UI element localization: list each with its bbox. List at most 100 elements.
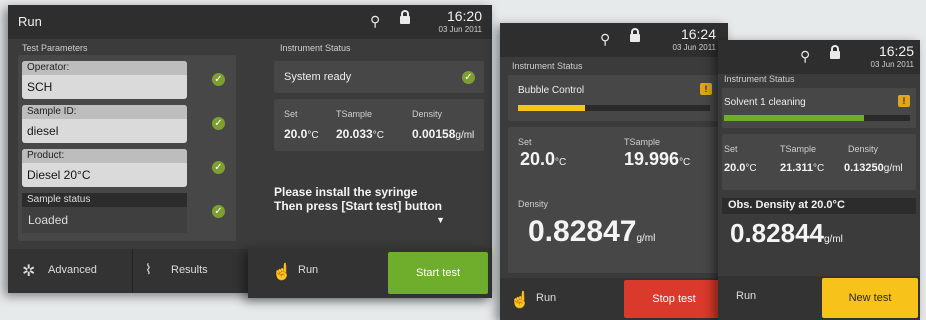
field-value: Diesel 20°C	[27, 168, 91, 182]
install-syringe-message: Please install the syringe Then press [S…	[274, 185, 489, 227]
usb-icon: ⚲	[600, 31, 611, 47]
bubble-control-panel: Bubble Control !	[508, 75, 720, 121]
field-label: Sample ID:	[22, 105, 187, 119]
clock-date: 03 Jun 2011	[672, 43, 716, 52]
tsample-number: 19.996	[624, 149, 680, 169]
top-bar: ⚲ 16:24 03 Jun 2011	[500, 23, 728, 57]
obs-density-header: Obs. Density at 20.0°C	[722, 198, 916, 214]
sample-id-field[interactable]: Sample ID: diesel	[22, 105, 187, 143]
results-label: Results	[171, 264, 208, 276]
clock-date: 03 Jun 2011	[438, 25, 482, 34]
tsample-label: TSample	[336, 109, 373, 119]
bottom-bar: Run New test	[718, 276, 920, 320]
field-value: diesel	[27, 124, 59, 138]
warning-icon: !	[700, 83, 712, 95]
clock-time: 16:24	[680, 26, 716, 42]
density-unit: g/ml	[883, 163, 903, 174]
density-value: 0.00158g/ml	[412, 127, 474, 141]
set-label: Set	[518, 137, 532, 147]
run-label: Run	[536, 292, 557, 304]
cleaning-progress-track	[724, 115, 910, 121]
field-value: Loaded	[28, 213, 69, 227]
tsample-unit: °C	[679, 157, 691, 168]
run-screen-measuring: ⚲ 16:24 03 Jun 2011 Instrument Status Bu…	[500, 23, 728, 320]
density-unit: g/ml	[636, 233, 656, 244]
density-value: 0.82847g/ml	[528, 215, 655, 249]
clock-time: 16:20	[446, 8, 482, 24]
set-unit: °C	[307, 130, 319, 141]
chart-icon: ⌇	[145, 261, 152, 277]
system-ready-row: System ready ✓	[274, 61, 484, 93]
bubble-progress-track	[518, 105, 710, 111]
clock-time: 16:25	[878, 43, 914, 59]
cleaning-label: Solvent 1 cleaning	[724, 97, 806, 108]
tsample-number: 21.311	[780, 162, 814, 174]
usb-icon: ⚲	[800, 48, 811, 64]
gear-icon: ✲	[22, 263, 36, 280]
set-value: 20.0°C	[284, 127, 319, 141]
bottom-bar: ✲ Advanced ⌇ Results	[8, 249, 258, 293]
check-icon: ✓	[212, 205, 225, 218]
obs-density-value: 0.82844g/ml	[730, 218, 843, 249]
top-bar: ⚲ 16:25 03 Jun 2011	[718, 40, 920, 74]
test-parameters-label: Test Parameters	[22, 43, 88, 53]
lock-icon	[830, 45, 840, 59]
field-value: SCH	[27, 80, 53, 94]
density-number: 0.82847	[528, 215, 637, 248]
tsample-unit: °C	[372, 130, 384, 141]
message-line-1: Please install the syringe	[274, 185, 418, 199]
readings-panel: Set TSample Density 20.0°C 20.033°C 0.00…	[274, 99, 484, 151]
new-test-label: New test	[848, 292, 892, 304]
bubble-progress-fill	[518, 105, 586, 111]
hand-icon: ☝	[272, 264, 292, 281]
down-arrow-icon: ▼	[436, 215, 445, 225]
warning-icon: !	[898, 95, 910, 107]
run-label: Run	[736, 290, 757, 302]
new-test-button[interactable]: New test	[822, 278, 918, 318]
run-screen-result: ⚲ 16:25 03 Jun 2011 Instrument Status So…	[718, 40, 920, 320]
top-bar: Run ⚲ 16:20 03 Jun 2011	[8, 5, 492, 39]
set-number: 20.0	[724, 162, 746, 174]
tsample-label: TSample	[780, 144, 817, 154]
obs-density-number: 0.82844	[730, 218, 824, 248]
instrument-status-label: Instrument Status	[724, 74, 795, 84]
result-readings-panel: Set TSample Density 20.0°C 21.311°C 0.13…	[722, 134, 916, 190]
cleaning-panel: Solvent 1 cleaning !	[722, 88, 916, 128]
set-label: Set	[724, 144, 738, 154]
screen-title: Run	[18, 14, 42, 29]
density-label: Density	[848, 144, 879, 154]
instrument-status-label: Instrument Status	[280, 43, 351, 53]
density-label: Density	[412, 109, 443, 119]
field-label: Sample status	[22, 193, 187, 207]
set-value: 20.0°C	[724, 162, 757, 174]
obs-density-unit: g/ml	[823, 234, 843, 245]
results-button[interactable]: ⌇ Results	[133, 249, 258, 293]
start-test-button[interactable]: Start test	[388, 252, 488, 294]
lock-icon	[400, 10, 410, 24]
usb-icon: ⚲	[370, 13, 381, 29]
operator-field[interactable]: Operator: SCH	[22, 61, 187, 99]
stop-test-button[interactable]: Stop test	[624, 280, 724, 318]
density-unit: g/ml	[455, 130, 475, 141]
density-value: 0.13250g/ml	[844, 162, 903, 174]
check-icon: ✓	[212, 73, 225, 86]
sample-status-field: Sample status Loaded	[22, 193, 187, 233]
check-icon: ✓	[212, 161, 225, 174]
bottom-bar: ☝ Run Stop test	[500, 278, 728, 320]
message-line-2: Then press [Start test] button	[274, 199, 443, 213]
tsample-value: 19.996°C	[624, 149, 690, 170]
density-number: 0.00158	[412, 127, 456, 141]
advanced-button[interactable]: ✲ Advanced	[8, 249, 133, 293]
set-label: Set	[284, 109, 298, 119]
set-value: 20.0°C	[520, 149, 566, 170]
system-ready-text: System ready	[284, 71, 352, 83]
product-field[interactable]: Product: Diesel 20°C	[22, 149, 187, 187]
stop-test-label: Stop test	[652, 293, 696, 305]
tsample-label: TSample	[624, 137, 661, 147]
test-parameters-panel: Operator: SCH Sample ID: diesel Product:…	[18, 55, 236, 241]
density-number: 0.13250	[844, 162, 884, 174]
bubble-control-label: Bubble Control	[518, 85, 585, 96]
tsample-number: 20.033	[336, 127, 373, 141]
density-label: Density	[518, 199, 549, 209]
instrument-status-label: Instrument Status	[512, 61, 583, 71]
